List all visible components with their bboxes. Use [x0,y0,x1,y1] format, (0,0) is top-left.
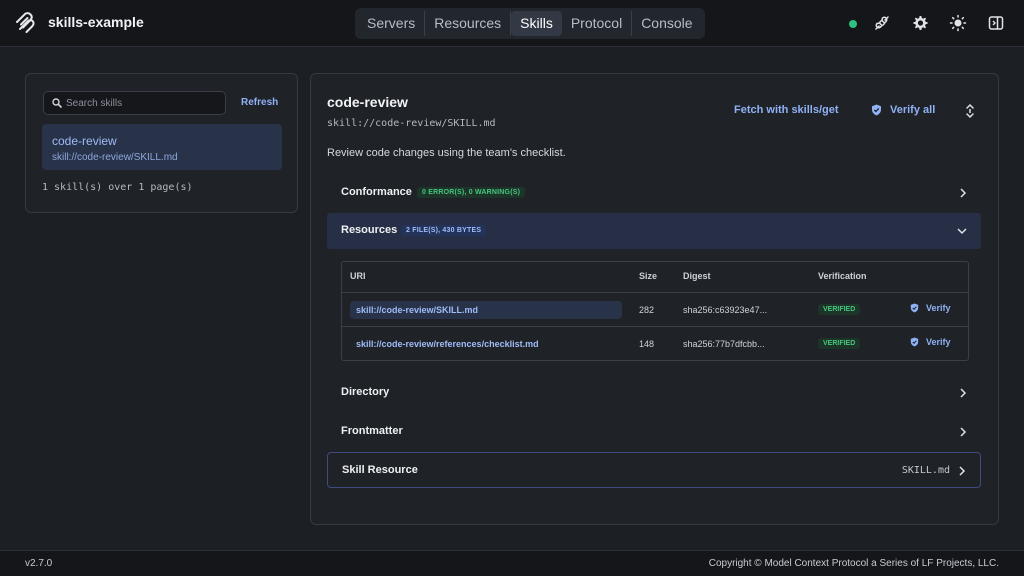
verify-button-label: Verify [926,337,951,347]
chevron-right-icon [960,427,967,437]
verified-badge: VERIFIED [818,338,861,349]
skill-list-item[interactable]: code-review skill://code-review/SKILL.md [42,124,282,170]
fetch-skill-button[interactable]: Fetch with skills/get [734,104,839,116]
app-title: skills-example [48,14,144,30]
skill-description: Review code changes using the team's che… [327,147,566,159]
verify-all-label: Verify all [890,104,936,116]
section-directory-title: Directory [341,386,390,398]
sidebar-toggle-icon[interactable] [987,14,1005,32]
top-header: skills-example Servers Resources Skills … [0,0,1024,47]
verify-button-label: Verify [926,303,951,313]
resource-size: 282 [639,305,655,315]
search-icon [52,98,62,108]
resources-badge: 2 FILE(S), 430 BYTES [401,225,487,236]
shield-check-icon [872,104,881,116]
logo-icon[interactable] [14,12,36,34]
shield-check-icon [910,337,919,347]
section-conformance-title: Conformance [341,186,412,198]
plug-icon[interactable] [873,14,891,32]
resource-digest: sha256:77b7dfcbb... [683,339,765,349]
table-row: skill://code-review/SKILL.md 282 sha256:… [342,292,968,326]
main-nav: Servers Resources Skills Protocol Consol… [355,8,705,39]
skill-detail-panel: code-review skill://code-review/SKILL.md… [310,73,999,525]
skill-uri: skill://code-review/SKILL.md [327,118,496,129]
nav-tab-resources[interactable]: Resources [425,11,512,36]
conformance-badge: 0 ERROR(S), 0 WARNING(S) [417,187,526,198]
column-header-digest: Digest [683,271,711,281]
section-frontmatter-title: Frontmatter [341,425,403,437]
shield-check-icon [910,303,919,313]
sun-icon[interactable] [949,14,967,32]
chevron-right-icon [959,466,966,476]
resource-uri-link[interactable]: skill://code-review/references/checklist… [350,335,622,353]
chevron-right-icon [960,188,967,198]
table-row: skill://code-review/references/checklist… [342,326,968,360]
connection-status-dot [849,20,857,28]
column-header-uri: URI [350,271,366,281]
nav-tab-protocol[interactable]: Protocol [562,11,633,36]
column-header-verification: Verification [818,271,867,281]
expand-collapse-icon[interactable] [963,103,977,119]
refresh-button[interactable]: Refresh [241,97,278,108]
search-box[interactable] [43,91,226,115]
pagination-info: 1 skill(s) over 1 page(s) [42,182,193,193]
search-input[interactable] [66,95,216,111]
copyright-text: Copyright © Model Context Protocol a Ser… [708,558,999,569]
column-header-size: Size [639,271,658,281]
section-conformance[interactable]: Conformance 0 ERROR(S), 0 WARNING(S) [327,175,981,211]
skill-item-uri: skill://code-review/SKILL.md [52,152,178,163]
skill-title: code-review [327,94,408,110]
section-resources-title: Resources [341,224,398,236]
skills-list-panel: Refresh code-review skill://code-review/… [25,73,298,213]
section-skill-resource[interactable]: Skill Resource SKILL.md [327,452,981,488]
verify-button[interactable]: Verify [910,337,951,347]
section-directory[interactable]: Directory [327,375,981,411]
verified-badge: VERIFIED [818,304,861,315]
version-label: v2.7.0 [25,558,53,569]
skill-item-name: code-review [52,134,117,148]
nav-tab-console[interactable]: Console [632,11,701,36]
section-frontmatter[interactable]: Frontmatter [327,414,981,450]
footer: v2.7.0 Copyright © Model Context Protoco… [0,550,1024,576]
gear-icon[interactable] [911,14,929,32]
skill-resource-file: SKILL.md [901,465,950,476]
chevron-down-icon [957,228,967,235]
resource-digest: sha256:c63923e47... [683,305,768,315]
nav-tab-servers[interactable]: Servers [358,11,426,36]
section-resources[interactable]: Resources 2 FILE(S), 430 BYTES [327,213,981,249]
resource-size: 148 [639,339,655,349]
nav-tab-skills[interactable]: Skills [511,11,562,36]
section-skill-resource-title: Skill Resource [342,464,418,476]
verify-button[interactable]: Verify [910,303,951,313]
chevron-right-icon [960,388,967,398]
resource-uri-link[interactable]: skill://code-review/SKILL.md [350,301,622,319]
verify-all-button[interactable]: Verify all [871,104,935,116]
resources-table: URI Size Digest Verification skill://cod… [341,261,969,361]
